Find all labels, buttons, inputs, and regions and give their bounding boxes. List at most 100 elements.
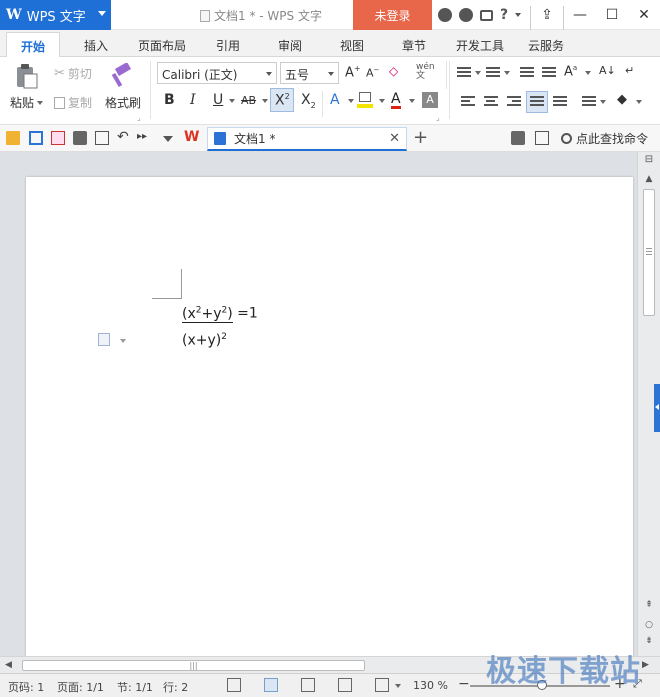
underline-icon[interactable]: U [213,92,223,108]
undo-icon[interactable]: ↶ [117,130,131,145]
phonetic-guide-icon[interactable]: wén 文 [416,63,435,81]
vertical-scrollbar[interactable]: ⊟ ▲ ⇞ ○ ⇟ [637,152,660,656]
full-screen-icon[interactable] [227,678,241,692]
grow-font-icon[interactable]: A+ [345,64,361,80]
chevron-down-icon[interactable] [262,99,268,103]
highlight-icon[interactable] [357,92,375,110]
font-family-select[interactable]: Calibri (正文) [157,62,277,84]
find-command[interactable]: 点此查找命令 [561,130,648,147]
more-icon[interactable]: ▸▸ [137,131,151,145]
login-button[interactable]: 未登录 [353,0,432,30]
app-menu-button[interactable]: W WPS 文字 [0,0,111,30]
minimize-button[interactable]: — [564,0,596,30]
help-icon[interactable]: ? [500,7,508,23]
increase-indent-icon[interactable] [542,67,556,79]
tab-document[interactable]: 文档1 * ✕ [207,127,407,151]
close-button[interactable]: ✕ [628,0,660,30]
char-shading-icon[interactable]: A [422,92,438,108]
chevron-down-icon[interactable] [585,71,591,75]
page-view-icon[interactable] [264,678,278,692]
align-right-icon[interactable] [507,96,521,108]
split-icon[interactable]: ⊟ [642,154,656,165]
tab-chapter[interactable]: 章节 [402,37,426,54]
show-marks-icon[interactable]: ↵ [625,64,634,77]
print-preview-icon[interactable] [95,131,109,145]
next-page-icon[interactable]: ⇟ [642,636,656,646]
bold-icon[interactable]: B [164,92,175,108]
text-effect-icon[interactable]: A [330,92,340,108]
tab-cloud[interactable]: 云服务 [528,37,564,54]
align-center-icon[interactable] [484,96,498,108]
paragraph-shading-icon[interactable]: ◆ [617,92,627,107]
open-folder-icon[interactable] [6,131,20,145]
line-spacing-icon[interactable] [582,96,596,108]
cut-button[interactable]: ✂ 剪切 [54,65,92,82]
align-left-icon[interactable] [461,96,475,108]
print-icon[interactable] [73,131,87,145]
tab-developer[interactable]: 开发工具 [456,37,504,54]
prev-page-icon[interactable]: ⇞ [642,600,656,610]
italic-icon[interactable]: I [190,92,196,108]
format-painter-icon[interactable] [110,63,134,89]
scroll-right-icon[interactable]: ▶ [642,660,649,670]
save-icon[interactable] [29,131,43,145]
chevron-down-icon[interactable] [515,13,522,17]
horizontal-scroll-thumb[interactable]: ||| [22,660,365,671]
chevron-down-icon[interactable] [504,71,510,75]
document-line-2[interactable]: (x+y)2 [182,332,227,349]
clear-format-icon[interactable]: ◇ [389,64,398,78]
skin-icon[interactable] [438,8,452,22]
tab-view[interactable]: 视图 [340,37,364,54]
vertical-scroll-thumb[interactable] [643,189,655,316]
shield-icon[interactable] [459,8,473,22]
chevron-down-icon[interactable] [379,99,385,103]
paragraph-layout-icon[interactable] [98,333,110,346]
outline-view-icon[interactable] [301,678,315,692]
feedback-icon[interactable] [480,9,493,21]
chevron-down-icon[interactable] [395,684,401,688]
tab-references[interactable]: 引用 [216,37,240,54]
numbered-list-icon[interactable] [486,67,500,79]
customize-dropdown-icon[interactable] [163,136,173,142]
wps-home-icon[interactable]: W [184,130,199,145]
export-pdf-icon[interactable] [51,131,65,145]
copy-button[interactable]: 复制 [54,94,92,111]
decrease-indent-icon[interactable] [520,67,534,79]
font-launcher-icon[interactable]: ⌟ [436,113,440,122]
chevron-down-icon[interactable] [600,100,606,104]
web-view-icon[interactable] [338,678,352,692]
new-tab-button[interactable]: + [413,127,428,148]
select-browse-object-icon[interactable]: ○ [642,620,656,630]
zoom-out-icon[interactable]: − [458,676,470,692]
clipboard-launcher-icon[interactable]: ⌟ [137,113,141,122]
message-icon[interactable] [535,131,549,145]
side-panel-toggle[interactable] [654,384,660,432]
shrink-font-icon[interactable]: A− [366,66,379,80]
format-painter-button[interactable]: 格式刷 [105,94,141,111]
tab-page-layout[interactable]: 页面布局 [138,37,186,54]
tab-review[interactable]: 审阅 [278,37,302,54]
zoom-level[interactable]: 130 % [413,679,448,692]
chevron-down-icon[interactable] [120,339,126,343]
justify-button[interactable] [526,91,548,113]
media-icon[interactable] [511,131,525,145]
close-icon[interactable]: ✕ [389,131,400,146]
chevron-down-icon[interactable] [636,100,642,104]
restore-mode-icon[interactable]: ⇪ [531,0,563,30]
protect-view-icon[interactable] [375,678,389,692]
scroll-left-icon[interactable]: ◀ [5,660,12,670]
font-size-select[interactable]: 五号 [280,62,339,84]
font-color-icon[interactable]: A [391,92,401,109]
scroll-up-icon[interactable]: ▲ [642,174,656,184]
document-line-1[interactable]: (x2+y2) =1 [182,305,258,323]
tab-home[interactable]: 开始 [6,32,61,58]
distribute-icon[interactable] [553,96,567,108]
chevron-down-icon[interactable] [409,99,415,103]
subscript-icon[interactable]: X2 [301,92,316,110]
sort-icon[interactable]: A↓ [599,64,616,77]
bullet-list-icon[interactable] [457,67,471,79]
strikethrough-icon[interactable]: AB [241,94,256,107]
chevron-down-icon[interactable] [348,99,354,103]
chevron-down-icon[interactable] [475,71,481,75]
superscript-icon[interactable]: X2 [270,88,294,112]
